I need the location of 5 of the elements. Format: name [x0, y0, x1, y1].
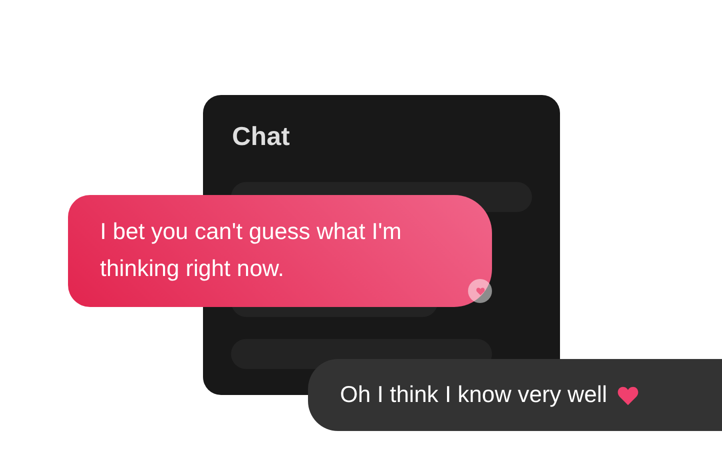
chat-title: Chat	[232, 121, 291, 152]
message-bubble: I bet you can't guess what I'm thinking right now.	[68, 195, 492, 307]
message-text: Oh I think I know very well	[340, 380, 608, 409]
heart-icon	[476, 286, 484, 296]
heart-icon	[617, 385, 640, 407]
